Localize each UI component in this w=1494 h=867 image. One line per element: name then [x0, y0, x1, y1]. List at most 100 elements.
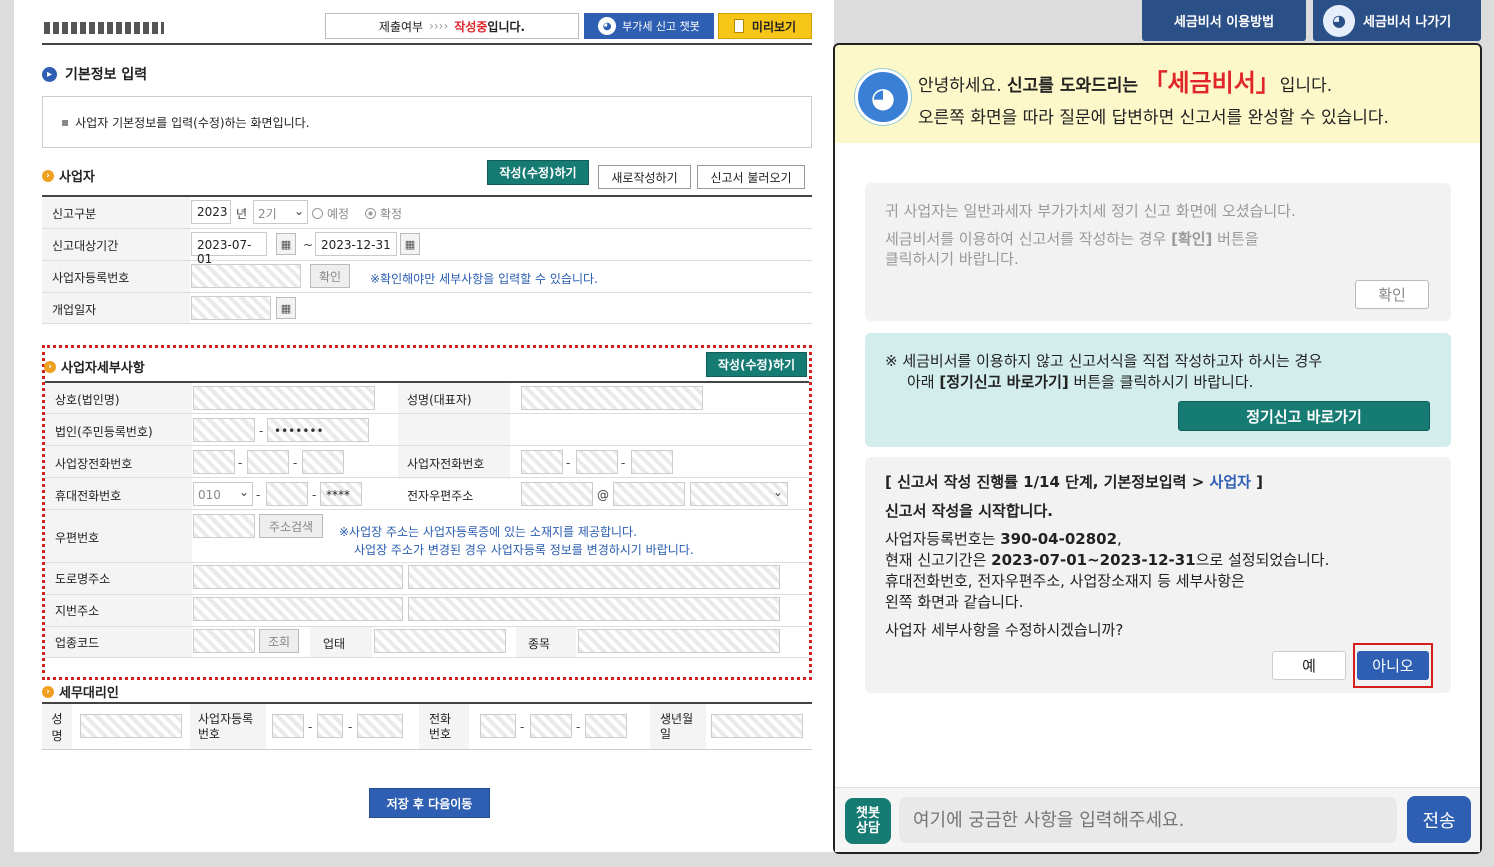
status-arrows: ›››› [429, 19, 449, 33]
calendar-icon[interactable]: ▦ [276, 233, 296, 255]
agent-phone-3[interactable] [585, 714, 627, 738]
radio-icon [312, 208, 323, 219]
item-field[interactable] [578, 629, 780, 653]
row-divider [42, 292, 812, 293]
year-field[interactable]: 2023 [191, 200, 231, 224]
option-final[interactable]: 확정 [365, 205, 402, 222]
left-form-panel: 제출여부 ›››› 작성중입니다. ◕ 부가세 신고 챗봇 미리보기 ▸ 기본정… [14, 0, 834, 852]
dash: - [256, 488, 261, 502]
report-type-label: 신고구분 [52, 207, 97, 221]
email-domain-select[interactable]: ⌄ [690, 482, 788, 506]
howto-tab[interactable]: 세금비서 이용방법 [1142, 0, 1306, 41]
msg3-progress-link[interactable]: 사업자 [1210, 473, 1251, 491]
biz-type-field[interactable] [374, 629, 506, 653]
email-local[interactable] [521, 482, 593, 506]
row-divider [45, 413, 809, 414]
send-button[interactable]: 전송 [1407, 796, 1471, 843]
mobile-last[interactable]: **** [320, 482, 362, 506]
chatbot-button[interactable]: ◕ 부가세 신고 챗봇 [584, 13, 714, 39]
no-button[interactable]: 아니오 [1357, 651, 1429, 680]
agent-bizno-1[interactable] [272, 714, 304, 738]
dash: - [576, 720, 581, 734]
details-edit-button[interactable]: 작성(수정)하기 [706, 352, 807, 377]
chatbot-consult-badge[interactable]: 챗봇 상담 [845, 798, 891, 844]
msg3-line-3: 휴대전화번호, 전자우편주소, 사업장소재지 등 세부사항은 [885, 572, 1245, 590]
biz-phone-3[interactable] [302, 450, 344, 474]
chat-input[interactable] [899, 797, 1397, 843]
regular-report-shortcut-button[interactable]: 정기신고 바로가기 [1178, 401, 1430, 431]
agent-name-label: 성명 [42, 704, 72, 749]
ceo-field[interactable] [521, 386, 703, 410]
owner-phone-1[interactable] [521, 450, 563, 474]
road-address-label: 도로명주소 [55, 572, 111, 586]
option-planned[interactable]: 예정 [312, 205, 349, 222]
bizno-label: 사업자등록번호 [52, 271, 130, 285]
agent-phone-2[interactable] [530, 714, 572, 738]
zip-field[interactable] [193, 514, 255, 538]
lot-address-field[interactable] [193, 597, 403, 621]
msg3-line-1-post: , [1117, 530, 1122, 548]
msg3-bizno: 390-04-02802 [1000, 530, 1118, 548]
option-final-label: 확정 [380, 207, 403, 221]
open-date-field[interactable] [191, 296, 271, 320]
year-unit: 년 [236, 207, 248, 221]
mobile-middle[interactable] [266, 482, 308, 506]
mobile-prefix-select[interactable]: 010 ⌄ [193, 482, 253, 506]
orange-bullet-icon: › [42, 685, 54, 698]
lot-address-detail[interactable] [408, 597, 780, 621]
business-edit-button[interactable]: 작성(수정)하기 [487, 160, 589, 185]
section-heading: ▸ 기본정보 입력 [42, 64, 147, 84]
msg2-line-1: ※ 세금비서를 이용하지 않고 신고서식을 직접 작성하고자 하시는 경우 [885, 352, 1323, 370]
period-select[interactable]: 2기 ⌄ [253, 200, 308, 224]
date-from-field[interactable]: 2023-07-01 [191, 232, 267, 266]
agent-bizno-2[interactable] [317, 714, 343, 738]
orange-bullet-icon: › [42, 169, 54, 182]
owner-phone-2[interactable] [576, 450, 618, 474]
date-to-field[interactable]: 2023-12-31 [315, 232, 397, 256]
row-divider [45, 626, 809, 627]
corp-number-masked[interactable]: ••••••• [267, 418, 369, 442]
calendar-icon[interactable]: ▦ [276, 297, 296, 319]
agent-bizno-label: 사업자등록번호 [190, 704, 266, 749]
agent-birth-field[interactable] [711, 714, 803, 738]
company-field[interactable] [193, 386, 375, 410]
biz-phone-2[interactable] [247, 450, 289, 474]
yes-button[interactable]: 예 [1272, 651, 1346, 680]
details-title: 사업자세부사항 [61, 361, 145, 376]
bizno-confirm-button[interactable]: 확인 [310, 264, 350, 288]
msg3-line-1: 사업자등록번호는 390-04-02802, [885, 528, 1122, 550]
industry-lookup-button[interactable]: 조회 [259, 629, 299, 653]
save-next-button[interactable]: 저장 후 다음이동 [369, 788, 490, 818]
road-address-field[interactable] [193, 565, 403, 589]
corp-number-first[interactable] [193, 418, 255, 442]
new-write-button[interactable]: 새로작성하기 [598, 165, 691, 189]
chatbot-button-label: 부가세 신고 챗봇 [622, 20, 700, 33]
agent-phone-1[interactable] [480, 714, 516, 738]
biz-phone-1[interactable] [193, 450, 235, 474]
email-domain[interactable] [613, 482, 685, 506]
industry-code-field[interactable] [193, 629, 255, 653]
greeting-pre: 안녕하세요. [918, 76, 1002, 96]
section-title: 기본정보 입력 [65, 67, 148, 83]
agent-name-field[interactable] [80, 714, 182, 738]
msg1-confirm-button[interactable]: 확인 [1355, 280, 1429, 309]
bizno-field[interactable] [191, 264, 301, 288]
exit-tab-label: 세금비서 나가기 [1363, 15, 1452, 30]
calendar-icon[interactable]: ▦ [400, 233, 420, 255]
load-report-button[interactable]: 신고서 불러오기 [697, 165, 805, 189]
row-divider [45, 509, 809, 510]
mobile-prefix-value: 010 [198, 488, 221, 502]
address-search-button[interactable]: 주소검색 [259, 514, 323, 538]
submit-status: 제출여부 ›››› 작성중입니다. [325, 13, 579, 39]
dash: - [520, 720, 525, 734]
agent-bizno-3[interactable] [357, 714, 403, 738]
exit-tab[interactable]: ◕ 세금비서 나가기 [1313, 0, 1481, 41]
preview-button[interactable]: 미리보기 [718, 13, 812, 39]
road-address-detail[interactable] [408, 565, 780, 589]
chatbot-badge-line-2: 상담 [856, 821, 880, 836]
agent-birth-label: 생년월일 [650, 704, 706, 749]
mascot-icon: ◕ [1323, 4, 1355, 37]
row-divider [45, 445, 809, 446]
dash: - [259, 424, 264, 438]
owner-phone-3[interactable] [631, 450, 673, 474]
